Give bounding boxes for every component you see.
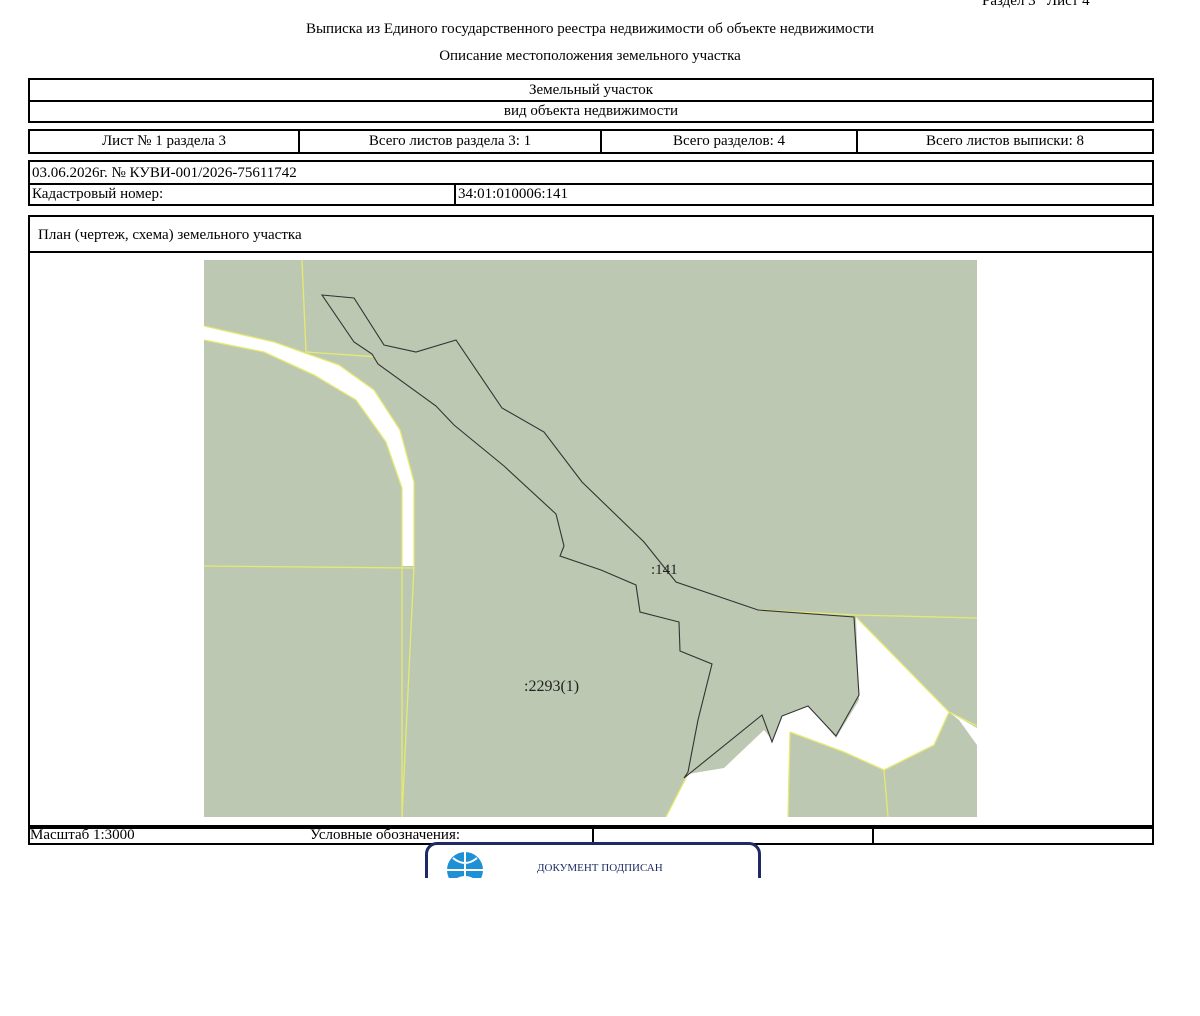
record-table: 03.06.2026г. № КУВИ-001/2026-75611742 Ка… [28, 160, 1154, 206]
divider [30, 251, 1152, 253]
signature-stamp: ДОКУМЕНТ ПОДПИСАН [425, 842, 761, 878]
total-section-sheets: Всего листов раздела 3: 1 [368, 133, 532, 149]
legend-cell-4 [874, 827, 1152, 843]
cadastral-label: Кадастровый номер: [32, 186, 164, 202]
legend-label: Условные обозначения: [310, 826, 461, 843]
label-neighbor-parcel: :2293(1) [524, 678, 579, 695]
total-extract-sheets: Всего листов выписки: 8 [926, 133, 1084, 149]
document-title: Выписка из Единого государственного реес… [305, 21, 875, 37]
divider [454, 183, 456, 204]
total-sections: Всего разделов: 4 [672, 133, 786, 149]
globe-emblem-icon [447, 852, 483, 878]
label-main-parcel: :141 [651, 562, 678, 578]
document-subtitle: Описание местоположения земельного участ… [439, 48, 741, 64]
object-type-table: Земельный участок вид объекта недвижимос… [28, 78, 1154, 123]
sheets-row: Лист № 1 раздела 3 Всего листов раздела … [28, 129, 1154, 154]
scale-label: Масштаб 1:3000 [30, 826, 135, 843]
object-type-value: Земельный участок [528, 81, 654, 98]
cadastral-number: 34:01:010006:141 [458, 186, 569, 202]
stamp-text: ДОКУМЕНТ ПОДПИСАН [537, 862, 663, 874]
cadastral-map: :141 :2293(1) [204, 260, 977, 817]
legend-cell-3 [594, 827, 872, 843]
plan-heading: План (чертеж, схема) земельного участка [38, 226, 302, 243]
page-reference: Раздел 3 Лист 4 [982, 0, 1090, 9]
record-date-number: 03.06.2026г. № КУВИ-001/2026-75611742 [32, 164, 297, 181]
object-type-caption: вид объекта недвижимости [503, 103, 679, 119]
sheet-number: Лист № 1 раздела 3 [102, 133, 226, 149]
